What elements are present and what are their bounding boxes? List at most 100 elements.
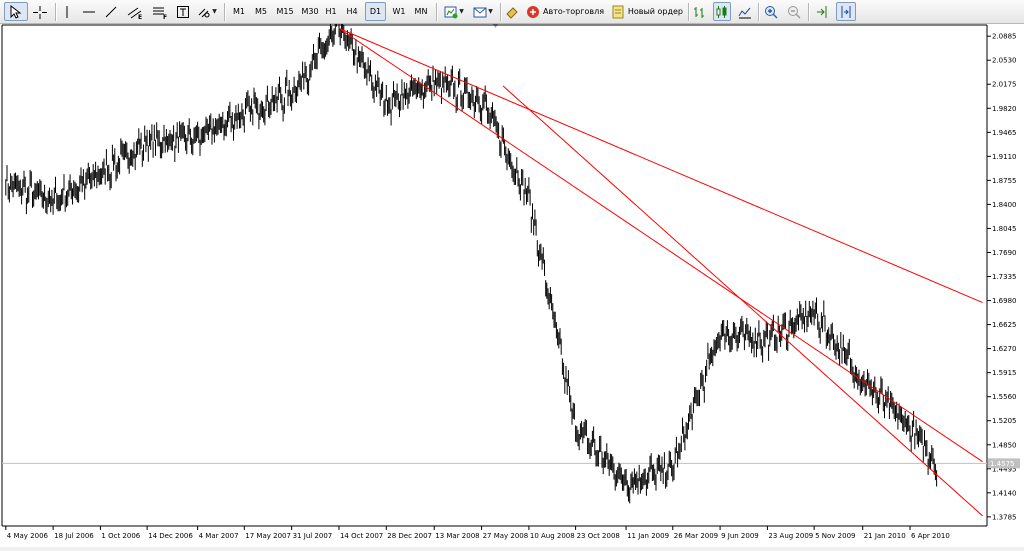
- line-chart-button[interactable]: [736, 2, 754, 21]
- dropdown-arrow-icon: ▼: [212, 8, 217, 15]
- text-button[interactable]: [174, 2, 192, 21]
- fibonacci-button[interactable]: F: [149, 2, 171, 21]
- timeframe-d1[interactable]: D1: [365, 2, 386, 21]
- timeframe-h1[interactable]: H1: [322, 2, 340, 21]
- bar-chart-button[interactable]: [691, 2, 709, 21]
- autotrading-icon: [527, 5, 539, 18]
- new-order-icon: [612, 5, 624, 18]
- bar-chart-icon: [694, 6, 704, 18]
- y-tick-label: 1.5205: [992, 417, 1017, 425]
- timeframe-m30[interactable]: M30: [298, 2, 322, 21]
- profiles-icon: [473, 7, 487, 17]
- y-tick-label: 1.6980: [992, 297, 1017, 305]
- y-axis: 2.0885 2.0530 2.0175 1.9820 1.9465 1.9110 1.87…: [987, 33, 1017, 521]
- trendline-icon: [105, 6, 117, 17]
- price-chart[interactable]: 2.0885 2.0530 2.0175 1.9820 1.9465 1.9110 1.87…: [0, 4, 1024, 547]
- y-tick-label: 1.9465: [992, 129, 1017, 137]
- x-tick-label: 6 Apr 2010: [911, 532, 950, 540]
- svg-text:E: E: [138, 14, 142, 19]
- y-tick-label: 1.6270: [992, 345, 1017, 353]
- new-order-label: Новый ордер: [627, 7, 683, 16]
- x-tick-label: 14 Dec 2006: [148, 532, 193, 540]
- chart-shift-icon: [841, 5, 851, 18]
- crosshair-icon: [33, 5, 47, 19]
- candlestick-button[interactable]: [713, 2, 731, 21]
- x-tick-label: 9 Jun 2009: [721, 532, 759, 540]
- cursor-icon: [10, 4, 22, 19]
- new-chart-icon: [444, 6, 458, 18]
- trendlines: [338, 27, 983, 517]
- trendline-button[interactable]: [102, 2, 120, 21]
- chart-canvas[interactable]: 2.0885 2.0530 2.0175 1.9820 1.9465 1.9110 1.87…: [0, 4, 1024, 547]
- shapes-icon: [198, 8, 210, 17]
- chart-shift-button[interactable]: [836, 2, 856, 21]
- dropdown-arrow-icon: ▼: [459, 8, 464, 15]
- timeframe-m5[interactable]: M5: [251, 2, 271, 21]
- toolbar: E F ▼ M1 M5 M15 M30 H1 H4 D1 W1 MN ▼ ▼ А…: [0, 0, 1024, 24]
- y-tick-label: 2.0175: [992, 81, 1017, 89]
- x-tick-label: 4 Mar 2007: [199, 532, 239, 540]
- y-tick-label: 1.9820: [992, 105, 1017, 113]
- y-tick-label: 2.0885: [992, 33, 1017, 41]
- new-order-button[interactable]: Новый ордер: [608, 2, 684, 21]
- price-series: [5, 4, 938, 504]
- fibonacci-icon: F: [153, 7, 167, 19]
- x-tick-label: 4 May 2006: [7, 532, 49, 540]
- autotrading-button[interactable]: Авто-торговля: [523, 2, 605, 21]
- market-watch-icon: [506, 6, 518, 19]
- y-tick-label: 1.5915: [992, 369, 1017, 377]
- timeframe-w1[interactable]: W1: [389, 2, 409, 21]
- x-tick-label: 1 Oct 2006: [101, 532, 140, 540]
- y-tick-label: 1.4140: [992, 489, 1017, 497]
- channel-icon: E: [127, 7, 142, 19]
- auto-scroll-icon: [817, 5, 827, 18]
- equidistant-channel-button[interactable]: E: [124, 2, 146, 21]
- text-icon: [177, 5, 189, 18]
- zoom-out-button[interactable]: [785, 2, 803, 21]
- x-tick-label: 28 Dec 2007: [387, 532, 432, 540]
- x-tick-label: 26 Mar 2009: [674, 532, 718, 540]
- y-tick-label: 1.8045: [992, 225, 1017, 233]
- timeframe-m1[interactable]: M1: [229, 2, 249, 21]
- vertical-line-button[interactable]: [58, 2, 76, 21]
- x-tick-label: 17 May 2007: [245, 532, 291, 540]
- x-tick-label: 31 Jul 2007: [293, 532, 333, 540]
- vertical-line-icon: [66, 5, 68, 18]
- x-tick-label: 10 Aug 2008: [530, 532, 575, 540]
- new-chart-button[interactable]: ▼: [441, 2, 467, 21]
- trendline: [502, 85, 983, 517]
- cursor-button[interactable]: [4, 2, 28, 21]
- x-tick-label: 18 Jul 2006: [54, 532, 94, 540]
- auto-scroll-button[interactable]: [813, 2, 831, 21]
- timeframe-mn[interactable]: MN: [411, 2, 431, 21]
- market-watch-button[interactable]: [503, 2, 521, 21]
- zoom-in-button[interactable]: [762, 2, 780, 21]
- x-tick-label: 23 Aug 2009: [768, 532, 813, 540]
- svg-text:F: F: [163, 14, 167, 19]
- candlestick-icon: [716, 5, 727, 18]
- trendline: [338, 27, 983, 463]
- x-tick-label: 11 Jan 2009: [627, 532, 669, 540]
- horizontal-line-button[interactable]: [80, 2, 98, 21]
- trendline: [338, 27, 983, 304]
- crosshair-button[interactable]: [29, 2, 51, 21]
- x-axis: 4 May 2006 18 Jul 2006 1 Oct 2006 14 Dec 20…: [5, 526, 950, 540]
- y-tick-label: 1.8400: [992, 201, 1017, 209]
- x-tick-label: 27 May 2008: [483, 532, 529, 540]
- y-tick-label: 1.7690: [992, 249, 1017, 257]
- y-tick-label: 1.8755: [992, 177, 1017, 185]
- dropdown-arrow-icon: ▼: [488, 8, 493, 15]
- timeframe-h4[interactable]: H4: [343, 2, 361, 21]
- profiles-button[interactable]: ▼: [470, 2, 496, 21]
- timeframe-m15[interactable]: M15: [273, 2, 297, 21]
- y-tick-label: 1.5560: [992, 393, 1017, 401]
- y-tick-label: 1.3785: [992, 513, 1017, 521]
- x-tick-label: 5 Nov 2009: [815, 532, 855, 540]
- x-tick-label: 21 Jan 2010: [864, 532, 906, 540]
- shapes-button[interactable]: ▼: [194, 2, 220, 21]
- x-tick-label: 13 Mar 2008: [435, 532, 479, 540]
- horizontal-line-icon: [83, 11, 95, 12]
- y-tick-label: 1.7335: [992, 273, 1017, 281]
- x-tick-label: 14 Oct 2007: [340, 532, 383, 540]
- y-tick-label: 1.6625: [992, 321, 1017, 329]
